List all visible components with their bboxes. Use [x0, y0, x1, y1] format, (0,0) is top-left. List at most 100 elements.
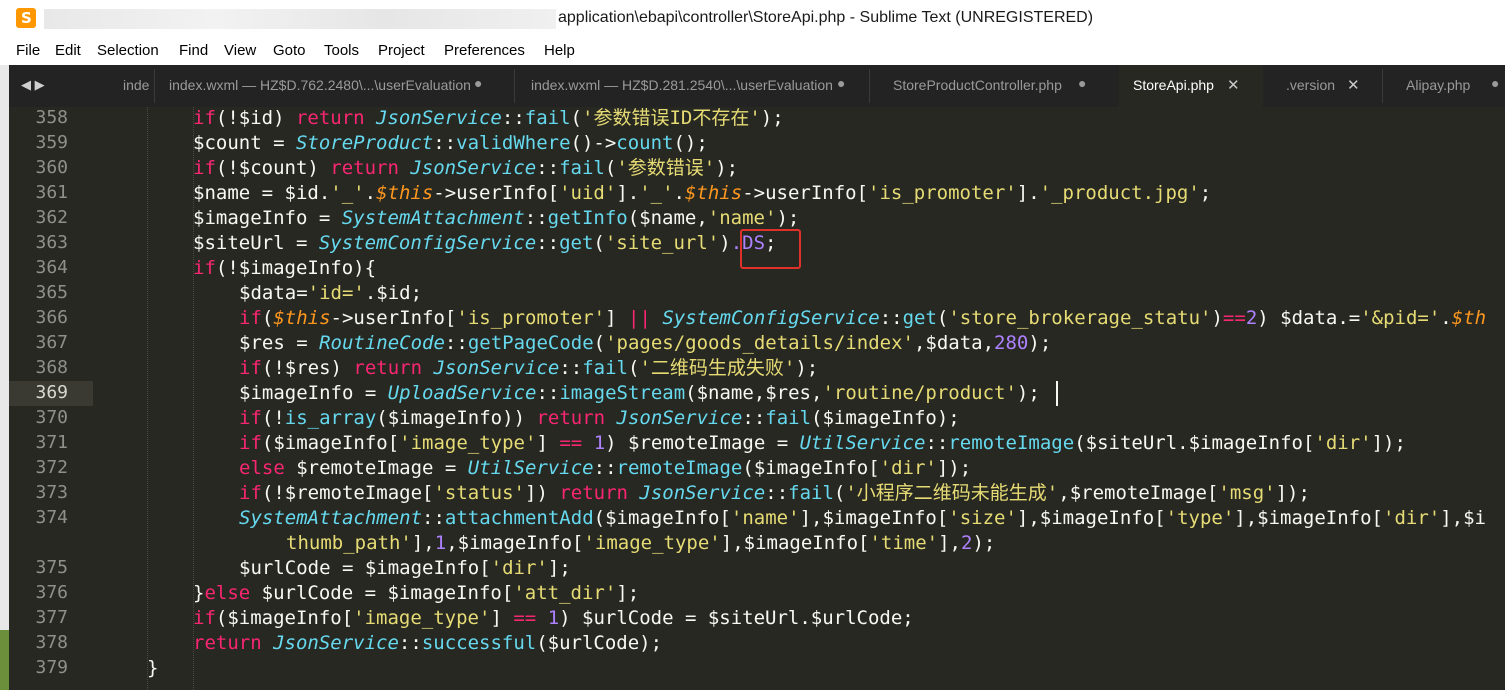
- code-line[interactable]: $name = $id.'_'.$this->userInfo['uid'].'…: [193, 181, 1211, 206]
- code-token: count: [616, 132, 674, 154]
- menu-project[interactable]: Project: [378, 42, 425, 59]
- code-line[interactable]: if(!is_array($imageInfo)) return JsonSer…: [239, 406, 960, 431]
- code-token: ($name,: [627, 207, 708, 229]
- tab-storeproductcontroller[interactable]: StoreProductController.php: [893, 77, 1062, 93]
- tab-nav-arrows-icon[interactable]: ◀ ▶: [21, 77, 45, 93]
- code-line[interactable]: if(!$imageInfo){: [193, 256, 376, 281]
- code-token: if(: [239, 307, 274, 329]
- close-tab-icon[interactable]: ✕: [1227, 76, 1240, 94]
- code-line[interactable]: $imageInfo = UploadService::imageStream(…: [239, 381, 1040, 406]
- code-token: ];: [616, 582, 640, 604]
- line-number: 361: [35, 182, 68, 203]
- code-line[interactable]: SystemAttachment::attachmentAdd($imageIn…: [239, 506, 1486, 531]
- code-token: if(!$count): [193, 157, 331, 179]
- code-line[interactable]: if($imageInfo['image_type'] == 1) $remot…: [239, 431, 1406, 456]
- code-token: ): [1211, 307, 1223, 329]
- code-token: ->userInfo[: [330, 307, 457, 329]
- code-token: ::: [925, 432, 949, 454]
- close-tab-icon[interactable]: ✕: [1347, 76, 1360, 94]
- tab-index-wxml-1[interactable]: index.wxml — HZ$D.762.2480\...\userEvalu…: [169, 77, 471, 93]
- code-line[interactable]: $imageInfo = SystemAttachment::getInfo($…: [193, 206, 799, 231]
- code-token: remoteImage: [616, 457, 743, 479]
- tab-index-wxml-2[interactable]: index.wxml — HZ$D.281.2540\...\userEvalu…: [531, 77, 833, 93]
- code-line[interactable]: if(!$count) return JsonService::fail('参数…: [193, 156, 738, 181]
- code-line[interactable]: else $remoteImage = UtilService::remoteI…: [239, 456, 971, 481]
- code-token: thumb_path': [286, 532, 412, 554]
- menu-file[interactable]: File: [16, 42, 40, 59]
- code-token: 'id=': [307, 282, 365, 304]
- code-token: );: [795, 357, 819, 379]
- tab-storeapi[interactable]: StoreApi.php: [1133, 77, 1214, 93]
- code-token: );: [972, 532, 996, 554]
- modified-dot-icon: ●: [837, 75, 846, 91]
- code-token: ]): [525, 482, 560, 504]
- code-token: JsonService: [639, 482, 766, 504]
- code-token: ,$data,: [913, 332, 995, 354]
- blurred-path: [44, 9, 556, 29]
- line-number: 365: [35, 282, 68, 303]
- modified-dot-icon: ●: [1078, 75, 1087, 91]
- line-number: 367: [35, 332, 68, 353]
- menu-selection[interactable]: Selection: [97, 42, 159, 59]
- code-line[interactable]: if(!$res) return JsonService::fail('二维码生…: [239, 356, 818, 381]
- code-token: return: [559, 482, 640, 504]
- code-line[interactable]: $data='id='.$id;: [239, 281, 422, 306]
- code-token: SystemConfigService: [318, 232, 537, 254]
- code-token: $res =: [239, 332, 320, 354]
- menu-view[interactable]: View: [224, 42, 256, 59]
- code-token: 'store_brokerage_statu': [948, 307, 1212, 329]
- code-line[interactable]: }: [147, 656, 158, 681]
- tab-version[interactable]: .version: [1286, 77, 1335, 93]
- code-token: if(!$res): [239, 357, 354, 379]
- code-token: 'pages/goods_details/index': [605, 332, 914, 354]
- code-line[interactable]: return JsonService::successful($urlCode)…: [193, 631, 662, 656]
- code-line[interactable]: if(!$id) return JsonService::fail('参数错误I…: [193, 107, 784, 131]
- sublime-icon[interactable]: S: [16, 8, 36, 28]
- menu-goto[interactable]: Goto: [273, 42, 306, 59]
- code-token: ],$imageInfo[: [720, 532, 870, 554]
- code-token: return: [330, 157, 411, 179]
- code-line[interactable]: $siteUrl = SystemConfigService::get('sit…: [193, 231, 776, 256]
- code-token: ($imageInfo[: [593, 507, 731, 529]
- code-token: $this: [273, 307, 331, 329]
- tab-alipay[interactable]: Alipay.php: [1406, 77, 1470, 93]
- code-line[interactable]: if($this->userInfo['is_promoter'] || Sys…: [239, 306, 1486, 331]
- code-line[interactable]: $count = StoreProduct::validWhere()->cou…: [193, 131, 708, 156]
- code-token: }: [147, 657, 159, 679]
- code-token: ::: [536, 157, 560, 179]
- code-token: 'att_dir': [513, 582, 617, 604]
- menu-tools[interactable]: Tools: [324, 42, 359, 59]
- menu-edit[interactable]: Edit: [55, 42, 81, 59]
- code-token: 'size': [948, 507, 1017, 529]
- code-token: 'uid': [559, 182, 617, 204]
- code-token: ::: [433, 132, 457, 154]
- code-line[interactable]: $res = RoutineCode::getPageCode('pages/g…: [239, 331, 1051, 356]
- tab-partial[interactable]: inde: [123, 77, 149, 93]
- code-token: else: [204, 582, 262, 604]
- code-token: ].: [616, 182, 640, 204]
- window-title: application\ebapi\controller\StoreApi.ph…: [558, 9, 1094, 26]
- code-token: 1: [593, 432, 606, 454]
- code-line[interactable]: $urlCode = $imageInfo['dir'];: [239, 556, 571, 581]
- code-line[interactable]: }else $urlCode = $imageInfo['att_dir'];: [193, 581, 639, 606]
- code-line[interactable]: if(!$remoteImage['status']) return JsonS…: [239, 481, 1310, 506]
- code-line[interactable]: if($imageInfo['image_type'] == 1) $urlCo…: [193, 606, 914, 631]
- code-token: $imageInfo =: [193, 207, 342, 229]
- code-token: .: [673, 182, 685, 204]
- code-token: 'msg': [1218, 482, 1276, 504]
- line-number: 364: [35, 257, 68, 278]
- code-token: ],$imageInfo[: [1234, 507, 1383, 529]
- code-token: ::: [501, 107, 525, 129]
- code-line[interactable]: thumb_path'],1,$imageInfo['image_type'],…: [286, 531, 995, 556]
- code-token: ($imageInfo);: [811, 407, 960, 429]
- menu-find[interactable]: Find: [179, 42, 208, 59]
- code-token: 'image_type': [583, 532, 721, 554]
- code-editor[interactable]: if(!$id) return JsonService::fail('参数错误I…: [101, 107, 1505, 690]
- menu-preferences[interactable]: Preferences: [444, 42, 525, 59]
- code-token: UploadService: [387, 382, 537, 404]
- code-token: $siteUrl =: [193, 232, 319, 254]
- code-token: );: [776, 207, 800, 229]
- menu-help[interactable]: Help: [544, 42, 575, 59]
- code-token: remoteImage: [948, 432, 1075, 454]
- code-token: );: [715, 157, 739, 179]
